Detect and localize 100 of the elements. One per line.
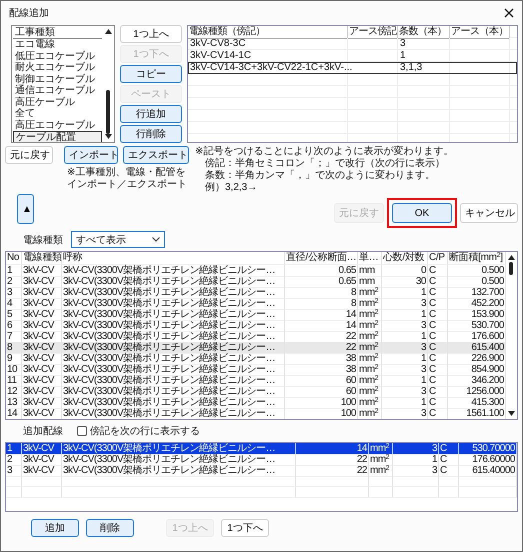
list-item[interactable]: 耐火エコケーブル <box>13 62 102 74</box>
column-header[interactable]: 呼称 <box>62 252 285 265</box>
button[interactable]: 1つ上へ <box>120 25 182 43</box>
column-header[interactable]: C/P <box>428 252 448 265</box>
button[interactable]: 削除 <box>86 519 134 537</box>
table-row[interactable]: 8 3kV-CV 3kV-CV(3300V架橋ポリエチレン絶縁ビニルシー… 22 mm$^{2}$ 3 C 615.400 <box>6 342 506 353</box>
table-cell: 100 <box>285 408 358 419</box>
list-item[interactable]: 制御エコケーブル <box>13 74 102 85</box>
table-cell: 3 <box>393 465 439 477</box>
note-text: インポート／エクスポート <box>67 179 188 191</box>
table-cell: 38 <box>285 364 358 376</box>
list-item[interactable]: ケーブル配置 <box>13 131 102 142</box>
button[interactable]: OK <box>392 203 452 223</box>
table-row[interactable]: 3kV-CV8-3C 3 <box>188 38 517 50</box>
table-cell: mm$^{2}$ <box>358 375 382 387</box>
table-row[interactable]: 1 3kV-CV 3kV-CV(3300V架橋ポリエチレン絶縁ビニルシー… 0.65 mm 0 C 0.500 <box>6 265 506 276</box>
table-cell: 38 <box>285 353 358 365</box>
collapse-button[interactable]: ▲ <box>17 194 34 224</box>
table-row[interactable]: 2 3kV-CV 3kV-CV(3300V架橋ポリエチレン絶縁ビニルシー… 22 mm$^{2}$ 1 C 176.60000 <box>6 454 517 465</box>
table-row[interactable]: 4 3kV-CV 3kV-CV(3300V架橋ポリエチレン絶縁ビニルシー… 8 mm$^{2}$ 3 C 452.200 <box>6 298 506 309</box>
column-header[interactable]: 条数（本） <box>398 26 450 39</box>
table-cell: 3 <box>382 298 428 310</box>
button[interactable]: 1つ下へ <box>221 519 269 537</box>
note-text: 傍記：半角セミコロン「；」で改行（次の行に表示） <box>204 158 446 170</box>
button[interactable]: 元に戻す <box>5 146 53 164</box>
button[interactable]: 行削除 <box>120 125 182 143</box>
scroll-up-icon[interactable] <box>508 255 515 260</box>
table-cell: 1 <box>6 443 22 455</box>
table-cell: 530.70000 <box>459 443 517 455</box>
list-item[interactable]: 全て <box>13 108 102 120</box>
section-label: 追加配線 <box>23 424 63 438</box>
table-cell: 10 <box>6 364 22 376</box>
table-row[interactable]: 6 3kV-CV 3kV-CV(3300V架橋ポリエチレン絶縁ビニルシー… 14 mm$^{2}$ 3 C 530.700 <box>6 320 506 331</box>
column-header[interactable]: 電線種類（傍記） <box>188 26 348 39</box>
table-cell: mm$^{2}$ <box>369 454 393 466</box>
table-cell: 14 <box>6 408 22 419</box>
table-row[interactable]: 3 3kV-CV 3kV-CV(3300V架橋ポリエチレン絶縁ビニルシー… 22 mm$^{2}$ 3 C 615.40000 <box>6 465 517 476</box>
button[interactable]: コピー <box>120 65 182 83</box>
column-header[interactable]: No <box>6 252 22 265</box>
table-row[interactable]: 3 3kV-CV 3kV-CV(3300V架橋ポリエチレン絶縁ビニルシー… 8 mm$^{2}$ 1 C 132.700 <box>6 287 506 298</box>
table-row[interactable]: 11 3kV-CV 3kV-CV(3300V架橋ポリエチレン絶縁ビニルシー… 60 mm$^{2}$ 1 C 346.200 <box>6 375 506 386</box>
column-header[interactable]: 直径/公称断面… <box>285 252 358 265</box>
scroll-down-icon[interactable] <box>508 411 515 416</box>
table-cell: 3kV-CV8-3C <box>188 38 348 50</box>
button[interactable]: 行追加 <box>120 105 182 123</box>
button[interactable]: エクスポート <box>123 146 189 164</box>
table-cell: mm <box>358 265 382 277</box>
table-row[interactable]: 3kV-CV14-3C+3kV-CV22-1C+3kV-... 3,1,3 <box>188 62 517 74</box>
list-item[interactable]: 低圧エコケーブル <box>13 50 102 62</box>
table-cell: 3kV-CV(3300V架橋ポリエチレン絶縁ビニルシー… <box>62 342 285 354</box>
close-icon[interactable] <box>504 8 514 18</box>
column-header[interactable]: アース傍記 <box>348 26 398 39</box>
table-cell: C <box>428 408 448 419</box>
table-cell: 3kV-CV(3300V架橋ポリエチレン絶縁ビニルシー… <box>62 309 285 321</box>
table-cell: 14 <box>285 320 358 332</box>
column-header[interactable]: 単… <box>358 252 382 265</box>
list-item[interactable]: 高圧ケーブル <box>13 96 102 108</box>
list-item[interactable]: 高圧エコケーブル <box>13 120 102 131</box>
table-cell: 11 <box>6 375 22 387</box>
table-cell: C <box>439 443 459 455</box>
table-cell: 22 <box>285 342 358 354</box>
scroll-up-icon[interactable] <box>105 29 112 34</box>
table-cell: 3kV-CV(3300V架橋ポリエチレン絶縁ビニルシー… <box>62 386 285 398</box>
table-cell: 9 <box>6 353 22 365</box>
window-title: 配線追加 <box>9 6 49 20</box>
list-heading: 工事種類 <box>13 27 102 39</box>
list-item[interactable]: エコ電線 <box>13 39 102 50</box>
table-cell: 14 <box>296 443 369 455</box>
column-header[interactable]: 電線種類 <box>22 252 62 265</box>
table-cell: 60 <box>285 386 358 398</box>
table-cell: C <box>428 386 448 398</box>
table-cell: mm$^{2}$ <box>358 287 382 299</box>
column-header[interactable]: アース（本） <box>450 26 510 39</box>
scroll-down-icon[interactable] <box>105 134 112 139</box>
scrollbar[interactable] <box>103 26 114 142</box>
table-cell: 3kV-CV14-1C <box>188 50 348 62</box>
checkbox[interactable]: 傍記を次の行に表示する <box>77 424 200 438</box>
table-cell: 3kV-CV(3300V架橋ポリエチレン絶縁ビニルシー… <box>62 454 296 466</box>
list-item[interactable]: 通信エコケーブル <box>13 85 102 96</box>
button[interactable]: インポート <box>64 146 118 164</box>
table-cell: mm$^{2}$ <box>358 342 382 354</box>
table-cell: C <box>428 287 448 299</box>
button[interactable]: 追加 <box>31 519 79 537</box>
table-cell: 3kV-CV <box>22 320 62 332</box>
button[interactable]: キャンセル <box>460 203 518 223</box>
table-row[interactable]: 13 3kV-CV 3kV-CV(3300V架橋ポリエチレン絶縁ビニルシー… 100 mm$^{2}$ 1 C 415.300 <box>6 397 506 408</box>
table-row[interactable]: 5 3kV-CV 3kV-CV(3300V架橋ポリエチレン絶縁ビニルシー… 14 mm$^{2}$ 1 C 153.900 <box>6 309 506 320</box>
table-row[interactable]: 9 3kV-CV 3kV-CV(3300V架橋ポリエチレン絶縁ビニルシー… 38 mm$^{2}$ 1 C 226.900 <box>6 353 506 364</box>
scrollbar[interactable] <box>506 252 517 419</box>
table-cell: 22 <box>296 454 369 466</box>
table-row[interactable]: 10 3kV-CV 3kV-CV(3300V架橋ポリエチレン絶縁ビニルシー… 38 mm$^{2}$ 3 C 854.900 <box>6 364 506 375</box>
table-row[interactable]: 3kV-CV14-1C 1 <box>188 50 517 62</box>
table-cell: 1 <box>382 309 428 321</box>
table-row[interactable]: 2 3kV-CV 3kV-CV(3300V架橋ポリエチレン絶縁ビニルシー… 0.65 mm 30 C 0.500 <box>6 276 506 287</box>
table-row[interactable]: 1 3kV-CV 3kV-CV(3300V架橋ポリエチレン絶縁ビニルシー… 14 mm$^{2}$ 3 C 530.70000 <box>6 443 517 454</box>
table-cell: 3kV-CV <box>22 465 62 477</box>
table-cell: 8 <box>6 342 22 354</box>
table-row[interactable]: 12 3kV-CV 3kV-CV(3300V架橋ポリエチレン絶縁ビニルシー… 60 mm$^{2}$ 3 C 1256.000 <box>6 386 506 397</box>
filter-dropdown[interactable]: すべて表示 <box>71 231 165 248</box>
table-cell: 5 <box>6 309 22 321</box>
